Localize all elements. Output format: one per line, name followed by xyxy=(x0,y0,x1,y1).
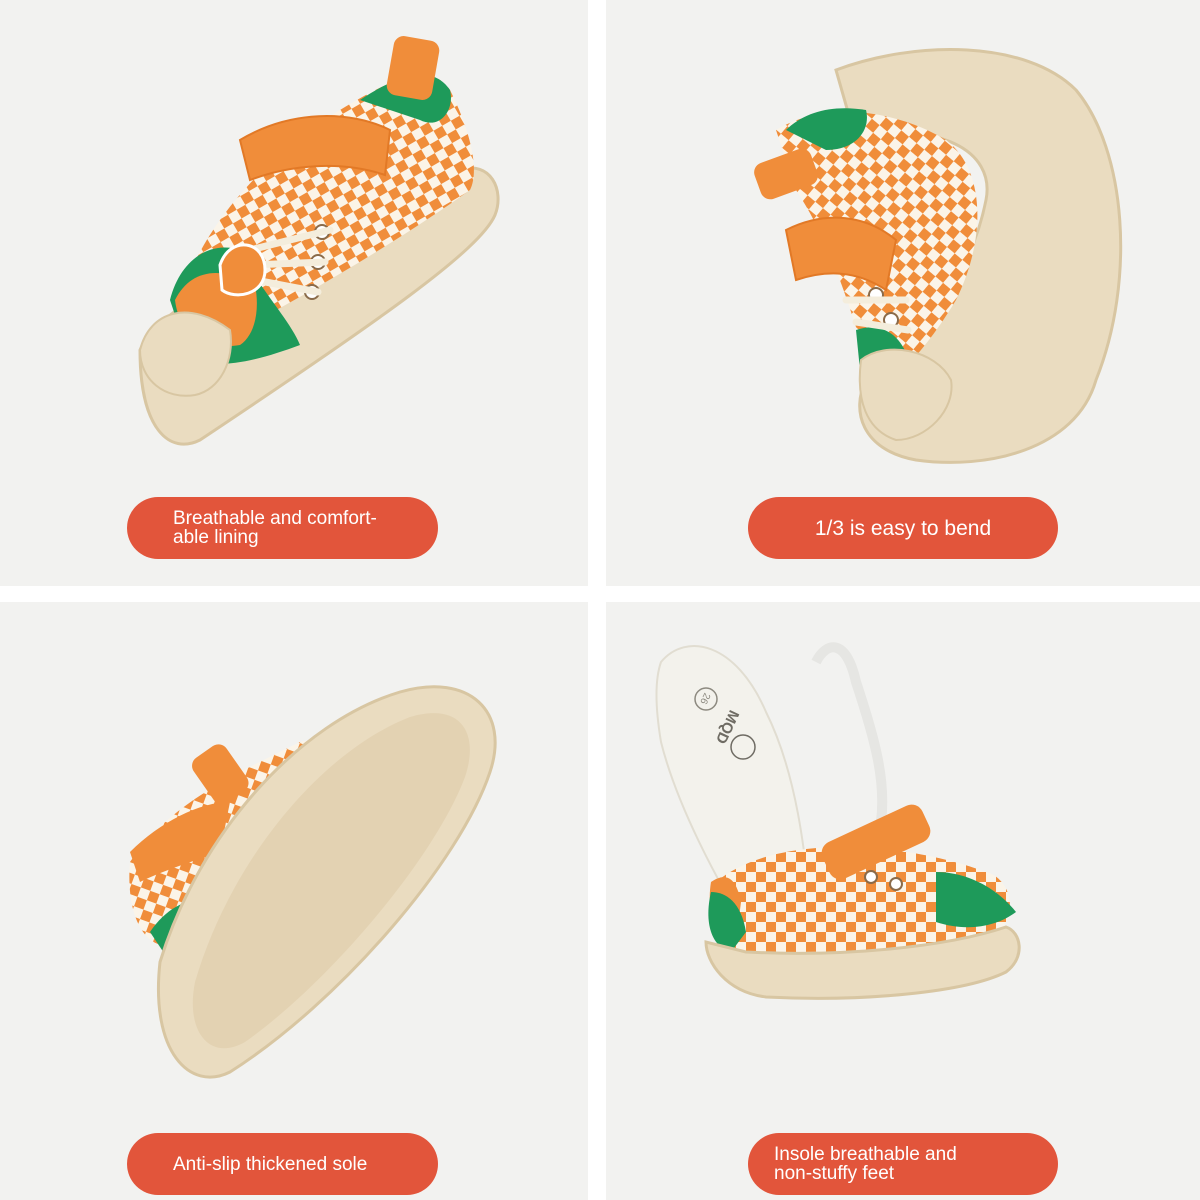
caption-pill: Anti-slip thickened sole xyxy=(127,1133,438,1195)
caption-pill: 1/3 is easy to bend xyxy=(748,497,1058,559)
caption-pill: Breathable and comfort- able lining xyxy=(127,497,438,559)
caption-text: Anti-slip thickened sole xyxy=(173,1153,368,1175)
panel-lining: Breathable and comfort- able lining xyxy=(0,0,588,586)
caption-pill: Insole breathable and non-stuffy feet xyxy=(748,1133,1058,1195)
caption-text: Insole breathable and non-stuffy feet xyxy=(774,1144,957,1184)
panel-insole: 26 MQD Insole breathable and non-stuffy … xyxy=(606,602,1200,1200)
panel-sole: Anti-slip thickened sole xyxy=(0,602,588,1200)
sneaker-insole-image: 26 MQD xyxy=(655,642,1021,1000)
caption-text: Breathable and comfort- able lining xyxy=(173,508,377,548)
panel-bend: 1/3 is easy to bend xyxy=(606,0,1200,586)
caption-text: 1/3 is easy to bend xyxy=(814,516,992,540)
sneaker-sole-image xyxy=(129,685,497,1079)
